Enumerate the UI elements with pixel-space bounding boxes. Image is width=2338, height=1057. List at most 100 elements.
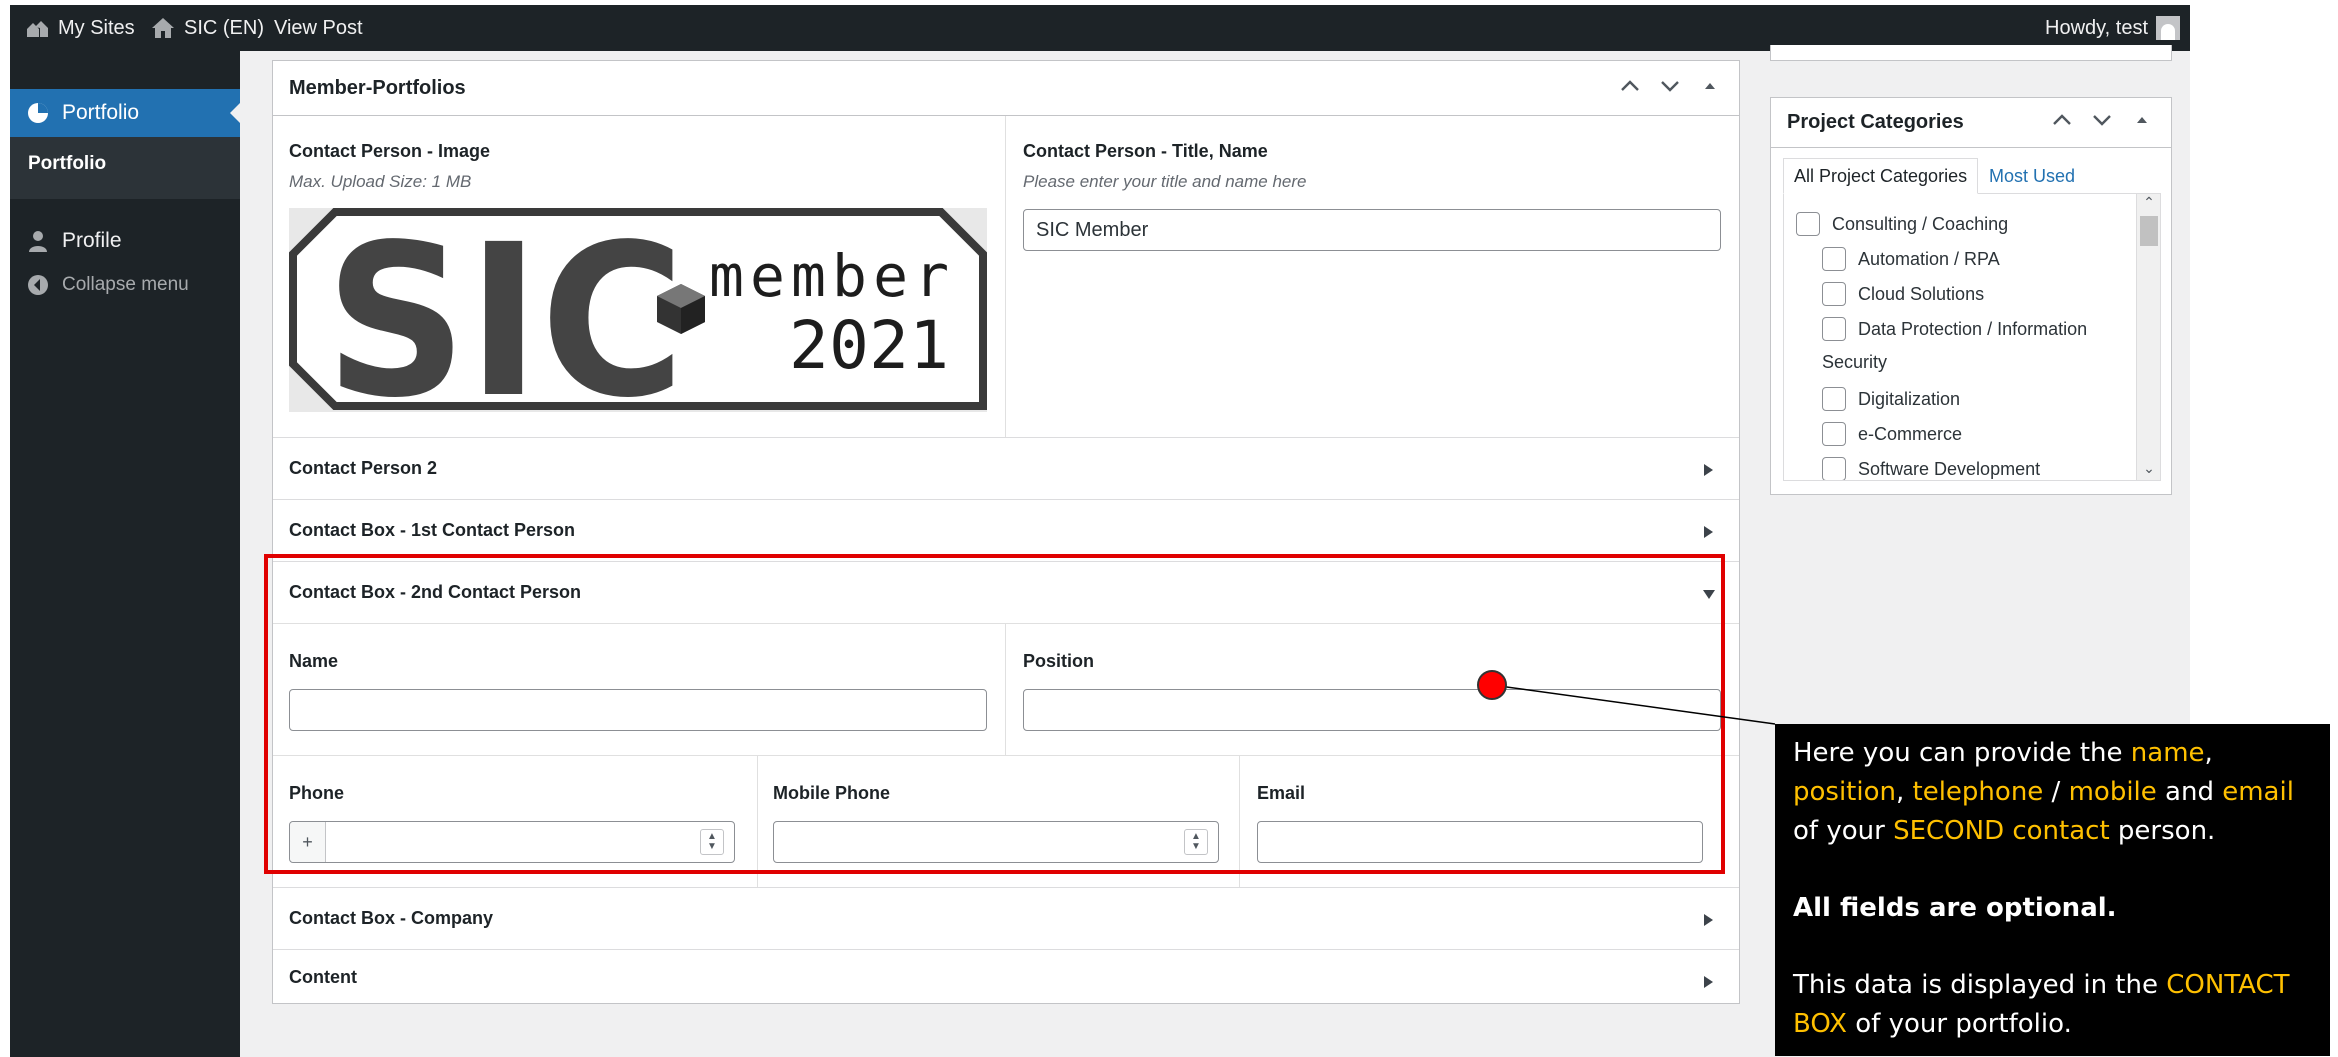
callout-line-6: BOX of your portfolio. [1793,1005,2312,1044]
checkbox[interactable] [1822,422,1846,446]
scroll-down-icon[interactable]: ⌄ [2137,460,2160,480]
checkbox[interactable] [1822,247,1846,271]
number-stepper-icon[interactable]: ▲ ▼ [1184,829,1208,855]
toggle-panel-icon[interactable] [1699,75,1721,103]
annotation-marker [1477,670,1507,700]
position-input[interactable] [1023,689,1721,731]
callout-text: , [1895,777,1913,807]
category-label: Security [1822,352,1888,372]
section-contact-box-1st[interactable]: Contact Box - 1st Contact Person [273,499,1739,561]
category-automation[interactable]: Automation / RPA [1822,247,2000,271]
mobile-input[interactable]: ▲ ▼ [773,821,1219,863]
expand-arrow-icon [1704,976,1713,988]
my-sites-label: My Sites [58,16,135,39]
move-down-icon[interactable] [1659,75,1681,103]
my-sites-link[interactable]: My Sites [24,5,135,51]
howdy-label: Howdy, test [2045,16,2148,39]
category-software-development[interactable]: Software Development [1822,457,2040,480]
name-input[interactable] [289,689,987,731]
email-input[interactable] [1257,821,1703,863]
callout-line-2: position, telephone / mobile and email [1793,773,2312,812]
callout-highlight: BOX [1793,1009,1847,1039]
tab-most-used[interactable]: Most Used [1979,158,2085,194]
portfolio-icon [26,101,50,125]
phone-input[interactable]: + ▲ ▼ [289,821,735,863]
contact-image-label: Contact Person - Image [289,141,491,161]
member-portfolios-metabox: Member-Portfolios Contact Person - Image… [272,60,1740,1004]
callout-text: This data is displayed in the [1793,970,2167,1000]
category-label: Digitalization [1858,388,1961,409]
callout-highlight: SECOND contact [1893,816,2110,846]
category-ecommerce[interactable]: e-Commerce [1822,422,1962,446]
callout-highlight: CONTACT [2166,970,2290,1000]
category-digitalization[interactable]: Digitalization [1822,387,1960,411]
tab-all-categories[interactable]: All Project Categories [1783,158,1979,194]
sidebar-metabox-bottom [1770,45,2172,61]
category-data-protection[interactable]: Data Protection / Information [1822,317,2087,341]
move-down-icon[interactable] [2091,109,2113,137]
expand-arrow-icon [1704,464,1713,476]
tab-label: All Project Categories [1794,165,1968,186]
category-cloud[interactable]: Cloud Solutions [1822,282,1984,306]
checkbox[interactable] [1822,387,1846,411]
project-categories-metabox: Project Categories All Project Categorie… [1770,97,2172,495]
upload-size-hint: Max. Upload Size: 1 MB [289,172,472,191]
categories-scrollbar[interactable]: ⌃ ⌄ [2136,194,2160,480]
name-label: Name [289,651,339,671]
callout-highlight: name [2130,738,2205,768]
title-name-label: Contact Person - Title, Name [1023,141,1268,161]
checkbox[interactable] [1822,282,1846,306]
section-contact-person-2[interactable]: Contact Person 2 [273,437,1739,499]
callout-text: , [2204,738,2213,768]
scroll-up-icon[interactable]: ⌃ [2137,194,2160,214]
categories-checklist: Consulting / Coaching Automation / RPA C… [1783,193,2161,481]
view-post-link[interactable]: View Post [274,5,363,51]
callout-text: / [2043,777,2069,807]
section-divider [273,623,1739,624]
callout-highlight: email [2222,777,2294,807]
section-contact-box-2nd[interactable]: Contact Box - 2nd Contact Person [273,561,1739,623]
category-label: Data Protection / Information [1858,318,2088,339]
expand-arrow-icon [1704,914,1713,926]
site-name-link[interactable]: SIC (EN) [150,5,264,51]
title-name-input[interactable]: SIC Member [1023,209,1721,251]
my-sites-icon [24,15,50,41]
checkbox[interactable] [1822,457,1846,480]
move-up-icon[interactable] [2051,109,2073,137]
sidebar-item-label: Portfolio [62,101,140,124]
expand-arrow-icon [1704,526,1713,538]
checkbox[interactable] [1796,212,1820,236]
category-label: Cloud Solutions [1858,283,1985,304]
categories-header: Project Categories [1771,98,2171,148]
category-consulting[interactable]: Consulting / Coaching [1796,212,2008,236]
logo-year-text: 2021 [789,307,949,384]
number-stepper-icon[interactable]: ▲ ▼ [700,829,724,855]
sidebar-item-portfolio[interactable]: Portfolio [10,89,240,137]
collapse-menu-button[interactable]: Collapse menu [10,267,240,303]
contact-person-image[interactable]: SIC member 2021 [289,199,987,444]
categories-title: Project Categories [1787,111,1964,133]
metabox-title: Member-Portfolios [289,76,466,99]
metabox-header: Member-Portfolios [273,61,1739,116]
section-label: Contact Box - Company [289,908,494,928]
category-label-continuation: Security [1822,352,1887,373]
callout-highlight: mobile [2068,777,2157,807]
section-content[interactable]: Content [273,949,1739,1004]
move-up-icon[interactable] [1619,75,1641,103]
annotation-callout: Here you can provide the name, position,… [1775,724,2330,1056]
section-contact-box-company[interactable]: Contact Box - Company [273,887,1739,949]
toggle-panel-icon[interactable] [2131,109,2153,137]
callout-text: person. [2109,816,2216,846]
checkbox[interactable] [1822,317,1846,341]
callout-highlight: telephone [1912,777,2044,807]
callout-text: of your [1793,816,1894,846]
phone-label: Phone [289,783,345,803]
row-divider [273,755,1739,756]
sidebar-item-profile[interactable]: Profile [10,221,240,261]
user-icon [26,229,50,253]
scroll-thumb[interactable] [2140,216,2158,246]
section-label: Contact Box - 1st Contact Person [289,520,576,540]
home-icon [150,15,176,41]
collapse-menu-label: Collapse menu [62,274,189,295]
submenu-portfolio[interactable]: Portfolio [10,137,240,199]
